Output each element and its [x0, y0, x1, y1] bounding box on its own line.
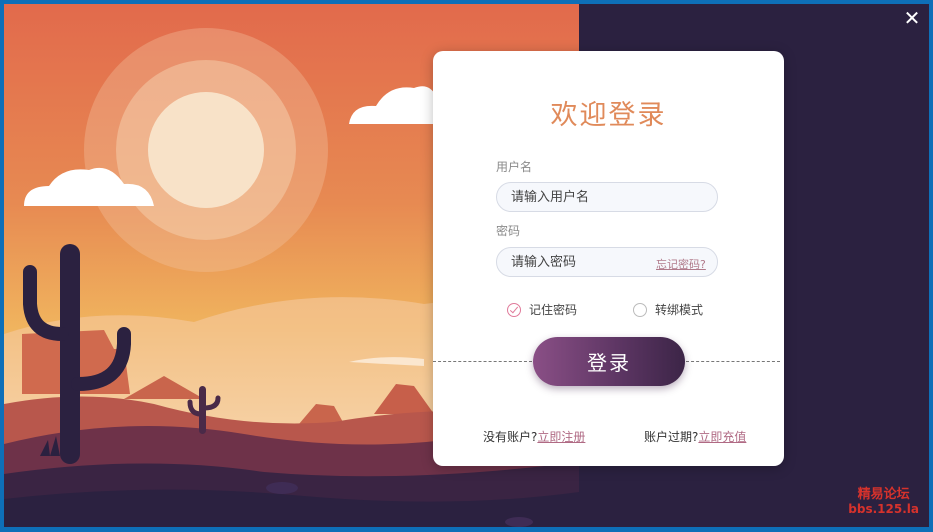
remember-password-option[interactable]: 记住密码: [507, 301, 577, 318]
recharge-prompt: 账户过期?立即充值: [644, 428, 746, 445]
register-prompt: 没有账户?立即注册: [483, 428, 585, 445]
bind-mode-option[interactable]: 转绑模式: [633, 301, 703, 318]
watermark-title: 精易论坛: [857, 487, 910, 502]
username-input[interactable]: [496, 182, 718, 212]
login-window: ✕ 欢迎登录 用户名 密码 忘记密码? 记住密码 转绑模式 没有账户?立即注册 …: [0, 0, 933, 532]
watermark-url: bbs.125.la: [848, 502, 919, 516]
remember-password-label: 记住密码: [529, 303, 578, 317]
register-link[interactable]: 立即注册: [537, 430, 585, 444]
divider-right: [686, 361, 780, 362]
forum-watermark: 精易论坛 bbs.125.la: [848, 487, 919, 517]
password-label: 密码: [496, 224, 521, 238]
login-button[interactable]: 登录: [533, 337, 685, 386]
login-title: 欢迎登录: [550, 100, 667, 131]
close-icon[interactable]: ✕: [901, 7, 923, 29]
recharge-link[interactable]: 立即充值: [698, 430, 746, 444]
login-card: 欢迎登录 用户名 密码 忘记密码? 记住密码 转绑模式 没有账户?立即注册 账户…: [433, 51, 784, 466]
divider-left: [433, 361, 532, 362]
username-label: 用户名: [496, 160, 533, 174]
forgot-password-link[interactable]: 忘记密码?: [656, 256, 706, 272]
no-account-text: 没有账户?: [483, 430, 538, 444]
expired-text: 账户过期?: [644, 430, 699, 444]
bind-mode-checkbox[interactable]: [633, 302, 647, 317]
remember-password-checkbox[interactable]: [507, 302, 521, 317]
bind-mode-label: 转绑模式: [655, 303, 704, 317]
